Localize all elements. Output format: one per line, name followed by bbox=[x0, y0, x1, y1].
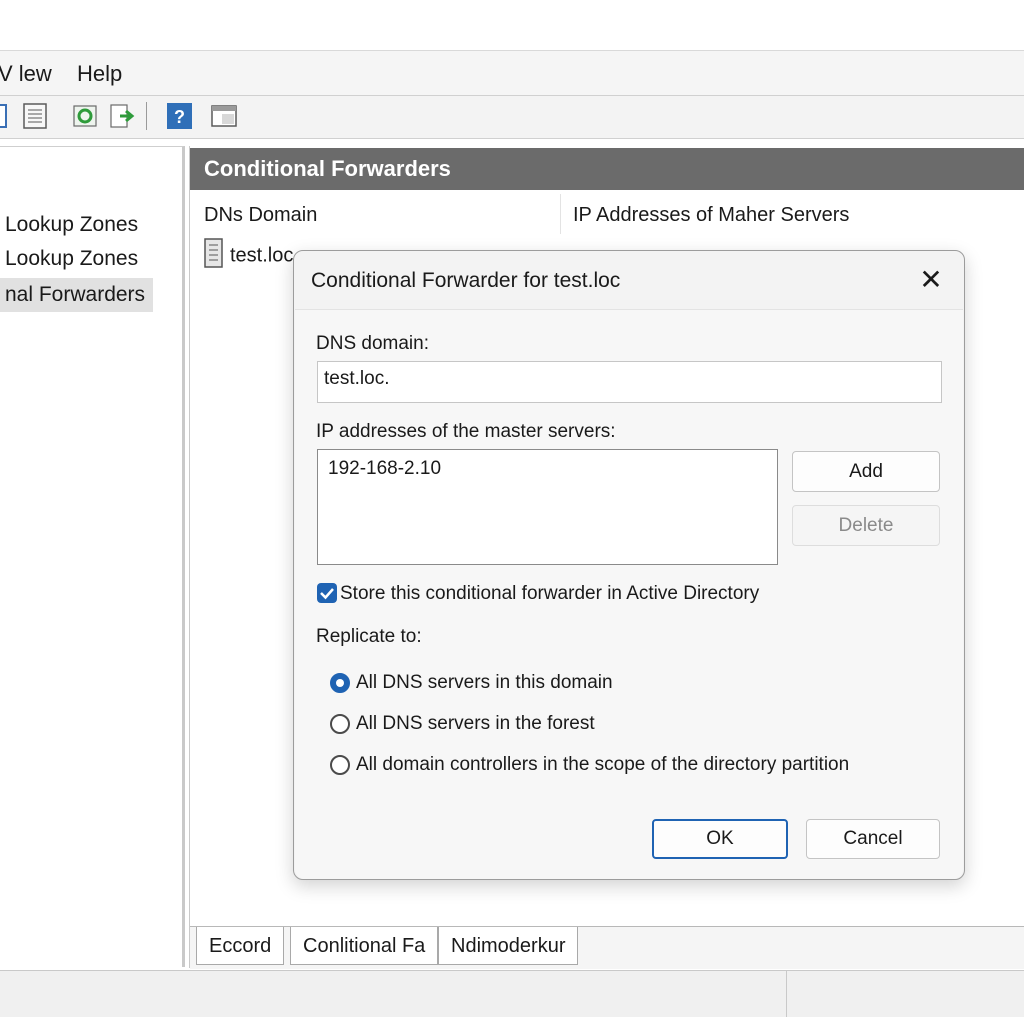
toolbar-separator bbox=[146, 102, 147, 130]
cancel-button[interactable]: Cancel bbox=[806, 819, 940, 859]
zone-icon bbox=[204, 238, 224, 274]
tree-item-conditional-forwarders[interactable]: nal Forwarders bbox=[0, 278, 154, 312]
column-header-master-servers[interactable]: IP Addresses of Maher Servers bbox=[573, 204, 849, 227]
window-titlebar bbox=[0, 0, 1024, 51]
column-divider[interactable] bbox=[560, 194, 561, 234]
close-icon[interactable]: ✕ bbox=[914, 263, 948, 297]
radio-all-dns-domain-label: All DNS servers in this domain bbox=[356, 672, 613, 693]
console-icon[interactable] bbox=[210, 102, 238, 130]
dialog-body: DNS domain: test.loc. IP addresses of th… bbox=[295, 309, 963, 879]
console-tree: Lookup Zones Lookup Zones nal Forwarders bbox=[0, 146, 185, 967]
tree-item-reverse-lookup-zones[interactable]: Lookup Zones bbox=[0, 247, 138, 271]
store-in-ad-checkbox[interactable] bbox=[317, 583, 337, 603]
refresh-icon[interactable] bbox=[72, 102, 100, 130]
replicate-to-label: Replicate to: bbox=[316, 626, 422, 647]
status-divider bbox=[786, 971, 787, 1017]
tab-conditional-forwarders[interactable]: Conlitional Fa bbox=[290, 927, 439, 965]
properties-icon[interactable] bbox=[22, 102, 50, 130]
status-bar bbox=[0, 970, 1024, 1017]
svg-text:?: ? bbox=[174, 107, 185, 127]
dialog-title: Conditional Forwarder for test.loc bbox=[311, 269, 621, 292]
ok-button[interactable]: OK bbox=[652, 819, 788, 859]
radio-all-dns-forest[interactable] bbox=[330, 714, 350, 734]
master-servers-list[interactable]: 192-168-2.10 bbox=[317, 449, 778, 565]
help-icon[interactable]: ? bbox=[166, 102, 194, 130]
toolbar: ? bbox=[0, 96, 1024, 139]
details-title: Conditional Forwarders bbox=[204, 156, 451, 181]
radio-all-dns-forest-label: All DNS servers in the forest bbox=[356, 713, 595, 734]
store-in-ad-label: Store this conditional forwarder in Acti… bbox=[340, 583, 760, 604]
back-icon[interactable] bbox=[0, 102, 12, 130]
add-button[interactable]: Add bbox=[792, 451, 940, 492]
radio-all-dns-domain[interactable] bbox=[330, 673, 350, 693]
master-server-ip[interactable]: 192-168-2.10 bbox=[324, 456, 771, 482]
view-tabs: Eccord Conlitional Fa Ndimoderkur bbox=[190, 926, 1024, 969]
details-header: Conditional Forwarders bbox=[190, 148, 1024, 190]
export-icon[interactable] bbox=[108, 102, 136, 130]
zone-domain-name: test.loc bbox=[230, 244, 294, 267]
conditional-forwarder-dialog: Conditional Forwarder for test.loc ✕ DNS… bbox=[293, 250, 965, 880]
checkmark-icon bbox=[320, 588, 334, 600]
tab-standard[interactable]: Ndimoderkur bbox=[438, 927, 579, 965]
tree-item-forward-lookup-zones[interactable]: Lookup Zones bbox=[0, 213, 138, 237]
menu-bar: V lew Help bbox=[0, 51, 1024, 96]
list-item[interactable]: test.loc bbox=[204, 238, 293, 274]
tab-extended[interactable]: Eccord bbox=[196, 927, 285, 965]
radio-all-domain-controllers-label: All domain controllers in the scope of t… bbox=[356, 754, 850, 775]
master-servers-label: IP addresses of the master servers: bbox=[316, 421, 616, 442]
dns-domain-field[interactable]: test.loc. bbox=[317, 361, 942, 403]
delete-button[interactable]: Delete bbox=[792, 505, 940, 546]
column-header-domain[interactable]: DNs Domain bbox=[204, 204, 317, 227]
dns-domain-label: DNS domain: bbox=[316, 333, 429, 354]
menu-view[interactable]: V lew bbox=[0, 61, 52, 87]
radio-all-domain-controllers[interactable] bbox=[330, 755, 350, 775]
menu-help[interactable]: Help bbox=[77, 61, 122, 87]
